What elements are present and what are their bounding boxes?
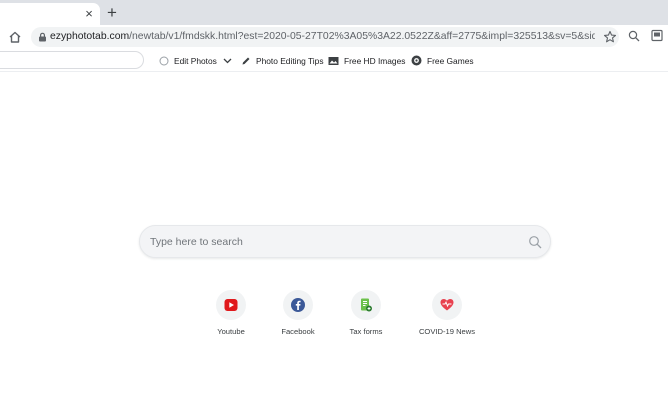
shortcut-label: Facebook xyxy=(281,327,315,336)
extension-icon[interactable] xyxy=(651,29,663,42)
chevron-down-icon[interactable] xyxy=(223,58,232,64)
shortcut-icon-circle xyxy=(216,290,246,320)
lock-icon[interactable] xyxy=(38,32,47,42)
extension-toolbar: Edit Photos Photo Editing Tips Free HD I… xyxy=(0,49,668,72)
shortcut-label: Youtube xyxy=(217,327,245,336)
free-games-link[interactable]: Free Games xyxy=(411,53,474,68)
extension-search-field[interactable] xyxy=(0,51,144,69)
shortcut-tax-forms[interactable]: Tax forms xyxy=(328,290,404,340)
active-tab[interactable]: × xyxy=(0,3,100,25)
free-hd-images-link[interactable]: Free HD Images xyxy=(328,53,405,68)
edit-photos-icon xyxy=(159,56,169,65)
tax-forms-icon xyxy=(361,298,372,312)
shortcut-youtube[interactable]: Youtube xyxy=(193,290,269,340)
search-box[interactable] xyxy=(139,225,551,258)
zoom-icon[interactable] xyxy=(628,30,640,42)
youtube-icon xyxy=(224,299,238,311)
photo-editing-tips-link[interactable]: Photo Editing Tips xyxy=(241,53,324,68)
shortcut-icon-circle xyxy=(351,290,381,320)
shortcut-facebook[interactable]: Facebook xyxy=(260,290,336,340)
shortcut-icon-circle xyxy=(432,290,462,320)
new-tab-button[interactable]: + xyxy=(104,4,120,21)
url-path: /newtab/v1/fmdskk.html?est=2020-05-27T02… xyxy=(129,31,595,42)
url-host: ezyphototab.com xyxy=(50,31,130,42)
edit-photos-label: Edit Photos xyxy=(174,55,217,66)
covid-news-icon xyxy=(440,299,454,311)
address-bar[interactable]: ezyphototab.com/newtab/v1/fmdskk.html?es… xyxy=(31,27,619,47)
pencil-icon xyxy=(242,57,250,64)
games-icon xyxy=(411,55,422,66)
tab-close-icon[interactable]: × xyxy=(82,7,96,21)
shortcut-icon-circle xyxy=(283,290,313,320)
shortcut-label: COVID-19 News xyxy=(418,327,476,336)
photo-editing-tips-label: Photo Editing Tips xyxy=(256,55,324,66)
free-hd-images-label: Free HD Images xyxy=(344,55,406,66)
search-input[interactable] xyxy=(150,233,510,251)
browser-toolbar: ezyphototab.com/newtab/v1/fmdskk.html?es… xyxy=(0,25,668,49)
search-icon[interactable] xyxy=(528,235,542,249)
home-icon[interactable] xyxy=(8,30,22,44)
url-text[interactable]: ezyphototab.com/newtab/v1/fmdskk.html?es… xyxy=(50,30,595,44)
free-games-label: Free Games xyxy=(427,55,474,66)
tab-strip: × + xyxy=(0,0,668,25)
facebook-icon xyxy=(291,298,305,312)
shortcut-label: Tax forms xyxy=(349,327,383,336)
bookmark-star-icon[interactable] xyxy=(603,30,617,44)
edit-photos-menu[interactable]: Edit Photos xyxy=(159,53,237,68)
shortcut-covid-news[interactable]: COVID-19 News xyxy=(409,290,485,340)
images-icon xyxy=(328,56,339,65)
